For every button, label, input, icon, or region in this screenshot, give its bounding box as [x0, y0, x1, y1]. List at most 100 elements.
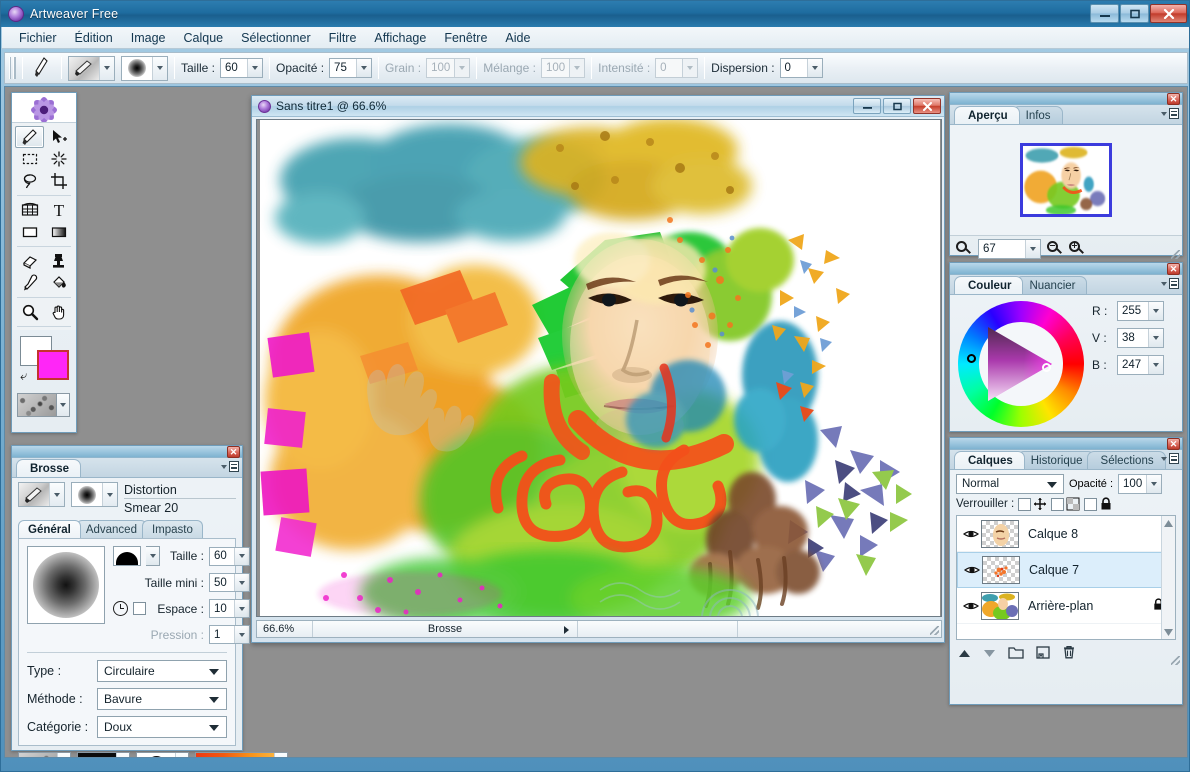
menu-selectionner[interactable]: Sélectionner [232, 28, 320, 48]
zoom-tool[interactable] [15, 301, 44, 323]
timing-icon[interactable] [113, 601, 128, 616]
tab-selections[interactable]: Sélections [1086, 451, 1166, 469]
pattern-swatch-selector[interactable] [77, 752, 130, 757]
status-expand-icon[interactable] [564, 626, 569, 634]
window-maximize-button[interactable] [1120, 4, 1149, 23]
chevron-down-icon[interactable] [1047, 482, 1057, 488]
option-opacite-value[interactable]: 75 [330, 59, 357, 77]
swap-colors-icon[interactable]: ⤶ [20, 369, 34, 383]
brosse-methode-combo[interactable]: Bavure [97, 688, 227, 710]
option-taille-value[interactable]: 60 [221, 59, 248, 77]
couleur-panel-menu[interactable] [1161, 278, 1179, 289]
lock-all-group[interactable] [1084, 497, 1113, 511]
menu-image[interactable]: Image [122, 28, 175, 48]
brush-profile-button[interactable] [113, 546, 141, 566]
brosse-taille-value[interactable]: 60 [210, 547, 235, 565]
layer-row-calque8[interactable]: Calque 8 [957, 516, 1175, 552]
delete-layer-icon[interactable] [1062, 645, 1076, 662]
lock-all-checkbox[interactable] [1084, 497, 1098, 511]
tab-advanced[interactable]: Advanced [75, 520, 147, 538]
chevron-down-icon[interactable] [1161, 456, 1167, 461]
brosse-taille-mini-spinner[interactable]: 50 [209, 573, 251, 592]
brosse-tip-dropdown[interactable] [102, 483, 117, 506]
panel-menu-icon[interactable] [229, 461, 239, 472]
option-dispersion-value[interactable]: 0 [780, 59, 807, 77]
rgb-v-spinner[interactable]: 38 [1117, 328, 1164, 348]
tab-nuancier[interactable]: Nuancier [1015, 276, 1088, 294]
hand-tool[interactable] [44, 301, 73, 323]
clone-stamp-tool[interactable] [44, 250, 73, 272]
document-close-button[interactable] [913, 98, 941, 114]
window-close-button[interactable] [1150, 4, 1187, 23]
option-opacite-spinner[interactable]: 75 [329, 58, 373, 78]
brosse-type-combo[interactable]: Circulaire [97, 660, 227, 682]
brosse-taille-dropdown[interactable] [234, 547, 250, 565]
rgb-b-value[interactable]: 247 [1118, 356, 1148, 374]
lock-transparency-group[interactable] [1018, 497, 1047, 511]
layer-name[interactable]: Calque 8 [1019, 527, 1171, 541]
panel-menu-icon[interactable] [1169, 453, 1179, 464]
color-wheel[interactable] [958, 301, 1084, 427]
lasso-tool[interactable] [15, 170, 44, 192]
couleur-panel-close-icon[interactable]: ✕ [1167, 263, 1180, 275]
new-group-icon[interactable] [1008, 646, 1024, 662]
option-taille-spinner[interactable]: 60 [220, 58, 264, 78]
eyedropper-tool[interactable] [15, 272, 44, 294]
chevron-down-icon[interactable] [1161, 111, 1167, 116]
tab-calques[interactable]: Calques [954, 451, 1025, 469]
brosse-variant-dropdown[interactable] [49, 483, 64, 506]
brosse-espace-dropdown[interactable] [234, 600, 250, 617]
brosse-categorie-combo[interactable]: Doux [97, 716, 227, 738]
lock-transparency-checkbox[interactable] [1018, 497, 1032, 511]
option-dispersion-dropdown[interactable] [806, 59, 822, 77]
brush-tool[interactable] [15, 126, 44, 148]
rgb-r-dropdown[interactable] [1148, 302, 1163, 320]
grain-dropdown[interactable] [57, 753, 70, 757]
layer-visibility-icon[interactable] [962, 564, 982, 576]
status-tool[interactable]: Brosse [313, 621, 578, 637]
tab-apercu[interactable]: Aperçu [954, 106, 1020, 124]
chevron-down-icon[interactable] [209, 669, 219, 675]
option-opacite-dropdown[interactable] [356, 59, 372, 77]
calques-panel-menu[interactable] [1161, 453, 1179, 464]
zoom-in-icon[interactable] [1069, 240, 1085, 257]
brosse-panel-menu[interactable] [221, 461, 239, 472]
option-taille-dropdown[interactable] [247, 59, 263, 77]
rgb-r-spinner[interactable]: 255 [1117, 301, 1164, 321]
texture-swatch[interactable] [17, 393, 57, 417]
brosse-panel-grabber[interactable]: ✕ [12, 446, 242, 458]
tab-historique[interactable]: Historique [1016, 451, 1095, 469]
scroll-up-icon[interactable] [1162, 516, 1175, 530]
layer-visibility-icon[interactable] [961, 600, 981, 612]
brush-variant-dropdown[interactable] [99, 56, 114, 80]
grid-tool[interactable] [15, 199, 44, 221]
layer-row-calque7[interactable]: Calque 7 [957, 552, 1175, 588]
panel-menu-icon[interactable] [1169, 108, 1179, 119]
move-tool[interactable] [44, 126, 73, 148]
chevron-down-icon[interactable] [1161, 281, 1167, 286]
apercu-panel-close-icon[interactable]: ✕ [1167, 93, 1180, 105]
brosse-panel-close-icon[interactable]: ✕ [227, 446, 240, 458]
document-minimize-button[interactable] [853, 98, 881, 114]
tab-couleur[interactable]: Couleur [954, 276, 1024, 294]
document-maximize-button[interactable] [883, 98, 911, 114]
hue-marker[interactable] [967, 354, 976, 363]
brosse-taille-spinner[interactable]: 60 [209, 546, 251, 566]
blend-mode-combo[interactable]: Normal [956, 474, 1064, 494]
apercu-zoom-value[interactable]: 67 [979, 239, 1025, 258]
menu-aide[interactable]: Aide [496, 28, 539, 48]
paint-bucket-tool[interactable] [44, 272, 73, 294]
move-layer-down-icon[interactable] [983, 647, 996, 661]
brosse-taille-mini-value[interactable]: 50 [210, 574, 235, 591]
new-layer-icon[interactable] [1036, 645, 1050, 662]
chevron-down-icon[interactable] [221, 464, 227, 469]
apercu-zoom-dropdown[interactable] [1025, 239, 1040, 258]
menu-fenetre[interactable]: Fenêtre [435, 28, 496, 48]
lock-pixels-group[interactable] [1051, 497, 1080, 511]
layer-list[interactable]: Calque 8 Calque 7 Arrière-plan [956, 515, 1176, 640]
brosse-espace-spinner[interactable]: 10 [209, 599, 251, 618]
crop-tool[interactable] [44, 170, 73, 192]
layer-opacity-value[interactable]: 100 [1119, 475, 1147, 493]
layer-visibility-icon[interactable] [961, 528, 981, 540]
pattern-dropdown[interactable] [116, 753, 129, 757]
